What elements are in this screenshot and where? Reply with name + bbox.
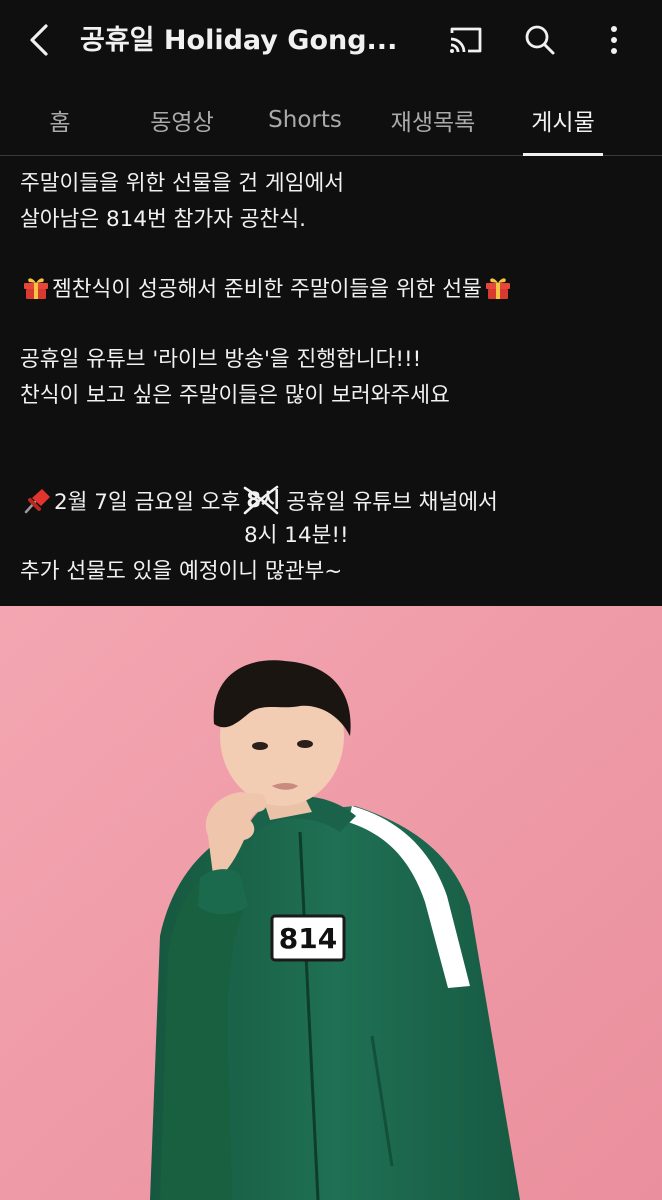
post-text-line: 2월 7일 금요일 오후 8시 공휴일 유튜브 채널에서	[20, 485, 498, 520]
pushpin-icon	[24, 489, 50, 514]
post-text-segment: 2월 7일 금요일 오후	[54, 490, 241, 515]
active-tab-indicator	[523, 153, 603, 156]
more-options-button[interactable]	[588, 14, 640, 66]
post-text-line: 추가 선물도 있을 예정이니 많관부~	[20, 559, 343, 584]
tab-shorts[interactable]: Shorts	[250, 84, 360, 156]
post-photo-illustration: 814	[0, 606, 662, 1200]
post-text-segment: 젬찬식이 성공해서 준비한 주말이들을 위한 선물	[52, 277, 482, 302]
cast-button[interactable]	[440, 14, 492, 66]
community-post: 주말이들을 위한 선물을 건 게임에서 살아남은 814번 참가자 공찬식. 젬…	[0, 157, 662, 606]
post-image[interactable]: 814	[0, 606, 662, 1200]
back-button[interactable]	[14, 14, 66, 66]
post-text-line: 살아남은 814번 참가자 공찬식.	[20, 207, 306, 232]
app-bar: 공휴일 Holiday Gong...	[0, 0, 662, 84]
post-text-line: 젬찬식이 성공해서 준비한 주말이들을 위한 선물	[20, 273, 514, 307]
more-vert-icon	[611, 26, 617, 54]
gift-icon	[24, 278, 48, 299]
channel-tab-bar: 홈 동영상 Shorts 재생목록 게시물	[0, 84, 662, 156]
gift-icon	[485, 278, 510, 299]
post-text-line: 8시 14분!!	[244, 523, 349, 548]
search-button[interactable]	[514, 14, 566, 66]
tab-posts[interactable]: 게시물	[510, 84, 616, 156]
tab-videos[interactable]: 동영상	[128, 84, 236, 156]
cast-icon	[450, 27, 482, 53]
jersey-number: 814	[279, 922, 337, 955]
channel-title: 공휴일 Holiday Gong...	[80, 25, 398, 56]
tab-playlists[interactable]: 재생목록	[378, 84, 488, 156]
post-text-line: 찬식이 보고 싶은 주말이들은 많이 보러와주세요	[20, 383, 450, 408]
post-text-line: 공휴일 유튜브 '라이브 방송'을 진행합니다!!!	[20, 347, 422, 372]
cross-mark-icon	[244, 485, 279, 515]
post-text-line: 주말이들을 위한 선물을 건 게임에서	[20, 171, 345, 196]
back-arrow-icon	[30, 24, 48, 56]
post-text-segment: 공휴일 유튜브 채널에서	[286, 490, 498, 515]
search-icon	[525, 25, 555, 55]
tab-home[interactable]: 홈	[22, 84, 98, 156]
crossed-out-time: 8시	[242, 485, 280, 515]
